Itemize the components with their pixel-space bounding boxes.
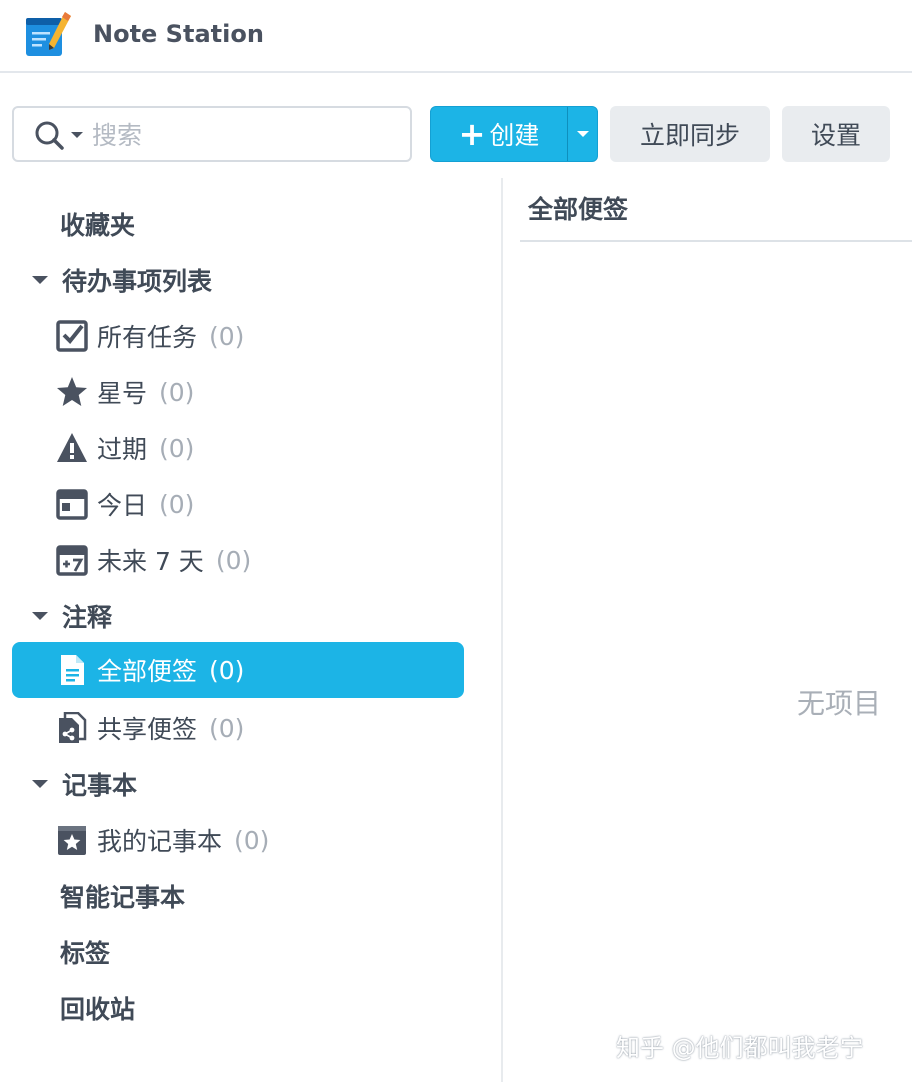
warning-icon: [57, 433, 87, 462]
note-icon: [61, 655, 84, 685]
calendar-plus7-icon: [56, 545, 88, 576]
starred-notebook-icon: [58, 826, 86, 855]
sidebar-item-tags[interactable]: 标签: [60, 924, 110, 980]
sidebar-item-all-notes[interactable]: 全部便签 (0): [12, 642, 464, 698]
sidebar-item-overdue[interactable]: 过期 (0): [56, 420, 194, 476]
collapse-triangle-icon[interactable]: [32, 612, 48, 620]
sidebar-section-notes[interactable]: 注释: [32, 588, 112, 644]
empty-state-text: 无项目: [797, 687, 882, 720]
create-split-button: + 创建: [430, 106, 598, 162]
search-input[interactable]: [92, 116, 392, 154]
plus-icon: +: [458, 115, 486, 153]
calendar-icon: [56, 489, 88, 520]
checkbox-icon: [56, 320, 88, 352]
search-icon[interactable]: [34, 120, 68, 150]
sidebar-item-today[interactable]: 今日 (0): [56, 476, 194, 532]
create-button-label: 创建: [489, 121, 540, 150]
title-bar: Note Station: [0, 0, 912, 73]
sidebar-item-next-7-days[interactable]: 未来 7 天 (0): [56, 532, 251, 588]
sidebar-section-notebooks[interactable]: 记事本: [32, 756, 137, 812]
note-station-logo-icon: [26, 12, 71, 56]
sidebar-item-all-tasks[interactable]: 所有任务 (0): [56, 308, 244, 364]
sidebar-item-my-notebook[interactable]: 我的记事本 (0): [56, 812, 269, 868]
sidebar-section-todo[interactable]: 待办事项列表: [32, 252, 212, 308]
star-icon: [57, 377, 87, 406]
note-list-title: 全部便签: [528, 195, 629, 224]
search-options-caret-icon[interactable]: [71, 132, 83, 138]
sidebar-item-shared-notes[interactable]: 共享便签 (0): [56, 700, 244, 756]
sidebar-item-starred[interactable]: 星号 (0): [56, 364, 194, 420]
watermark: 知乎 @他们都叫我老宁: [616, 1034, 864, 1062]
create-button[interactable]: + 创建: [431, 107, 567, 161]
note-list-header: 全部便签: [520, 178, 912, 242]
sidebar-item-trash[interactable]: 回收站: [60, 980, 135, 1036]
collapse-triangle-icon[interactable]: [32, 780, 48, 788]
sync-now-button[interactable]: 立即同步: [610, 106, 770, 162]
sidebar-item-favorites[interactable]: 收藏夹: [60, 196, 135, 252]
sidebar-item-smart-notebooks[interactable]: 智能记事本: [60, 868, 185, 924]
shared-note-icon: [59, 712, 87, 743]
settings-button[interactable]: 设置: [782, 106, 890, 162]
search-box[interactable]: [12, 106, 412, 162]
collapse-triangle-icon[interactable]: [32, 276, 48, 284]
app-title: Note Station: [93, 20, 264, 48]
create-dropdown-arrow-icon[interactable]: [568, 107, 598, 161]
sidebar-divider: [501, 178, 503, 1082]
